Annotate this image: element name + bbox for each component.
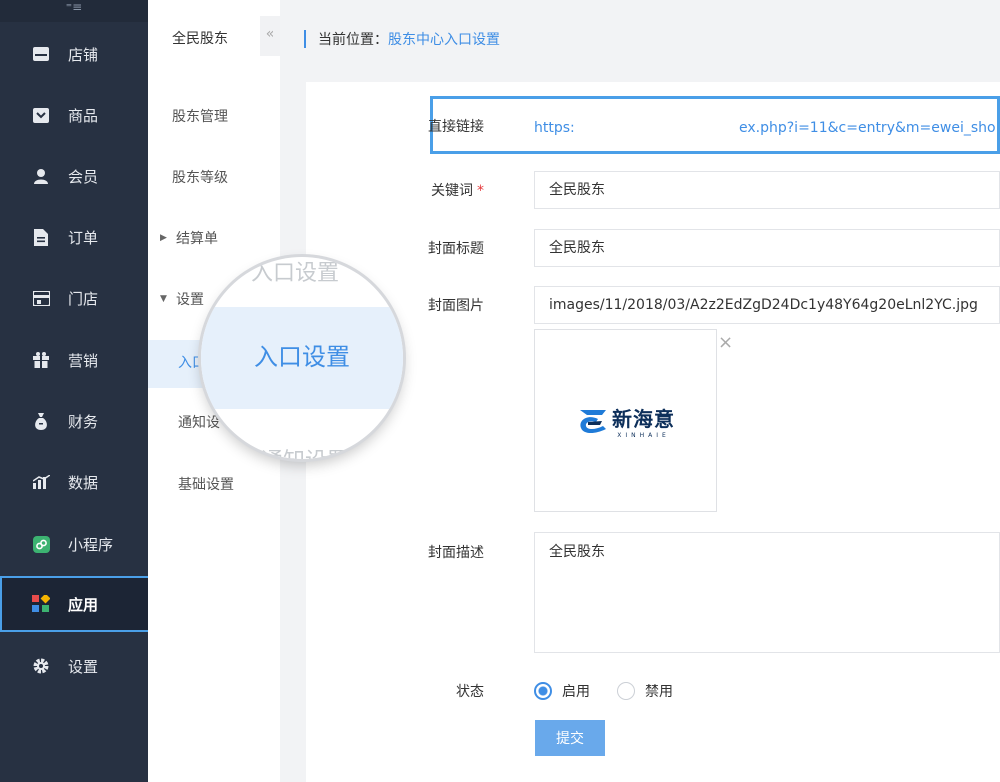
magnifier-text: 入口设置 [254,343,350,371]
nav-item-member[interactable]: 会员 [0,156,148,196]
nav-item-marketing[interactable]: 营销 [0,340,148,380]
sub-nav-item-shareholder-level[interactable]: 股东等级 [172,167,228,187]
direct-link-label: 直接链接 [428,119,484,135]
logo-mark-icon [580,409,606,433]
nav-item-label: 订单 [68,228,99,247]
cover-desc-textarea[interactable]: 全民股东 [534,532,1000,653]
caret-down-icon: ▼ [160,294,167,304]
nav-item-label: 数据 [68,473,99,492]
nav-item-finance[interactable]: 财务 [0,401,148,441]
nav-item-store[interactable]: 店铺 [0,34,148,74]
cover-title-input[interactable]: 全民股东 [534,229,1000,267]
nav-item-apps[interactable]: 应用 [0,576,154,632]
sub-nav-title: 全民股东 [172,31,228,47]
nav-item-label: 会员 [68,167,99,186]
submit-button[interactable]: 提交 [535,720,605,756]
order-icon [32,228,50,246]
cover-title-label: 封面标题 [428,241,484,257]
sub-nav-collapse-button[interactable]: « [260,16,280,56]
nav-item-label: 财务 [68,412,99,431]
status-disabled-label: 禁用 [645,684,673,700]
sidebar-collapse-toggle[interactable]: ⁼≡ [0,0,148,22]
shop-icon [32,289,50,307]
nav-item-data[interactable]: 数据 [0,462,148,502]
sub-nav-group-label: 设置 [176,292,204,308]
gift-icon [32,351,50,369]
nav-item-miniprogram[interactable]: 小程序 [0,524,148,564]
main-sidebar: ⁼≡ 店铺 商品 会员 订单 门店 营销 财务 数据 小程序 应用 设置 [0,0,154,782]
magnifier-callout: 入口设置 入口设置 通知设置 [201,257,403,459]
direct-link-start: https: [534,120,575,136]
breadcrumb: 当前位置： 股东中心入口设置 [304,30,500,48]
status-radio-disabled[interactable]: 禁用 [617,681,673,701]
sub-nav-group-settings[interactable]: ▼ 设置 [160,289,204,309]
caret-right-icon: ▶ [160,233,167,243]
nav-item-label: 门店 [68,289,99,308]
radio-checked-icon [534,682,552,700]
status-radio-enabled[interactable]: 启用 [534,681,590,701]
magnifier-ghost-text-bottom: 通知设置 [261,443,349,459]
breadcrumb-current[interactable]: 股东中心入口设置 [388,29,500,49]
nav-item-label: 小程序 [68,535,114,554]
status-enabled-label: 启用 [562,684,590,700]
sub-nav-item-shareholder-manage[interactable]: 股东管理 [172,106,228,126]
status-label: 状态 [456,684,484,700]
logo-subtext: XINHAIE [617,431,670,439]
nav-item-label: 应用 [68,595,99,614]
sub-nav-group-label: 结算单 [176,231,218,247]
keyword-label-text: 关键词 [431,183,473,199]
chart-icon [32,473,50,491]
remove-image-icon[interactable]: × [718,334,733,352]
magnifier-ghost-text-top: 入口设置 [251,261,340,286]
cover-desc-label: 封面描述 [428,545,484,561]
keyword-input[interactable]: 全民股东 [534,171,1000,209]
cover-image-label: 封面图片 [428,298,484,314]
nav-item-settings[interactable]: 设置 [0,646,148,686]
breadcrumb-prefix: 当前位置： [318,32,388,48]
nav-item-label: 店铺 [68,45,99,64]
nav-item-shop[interactable]: 门店 [0,278,148,318]
cover-image-input[interactable]: images/11/2018/03/A2z2EdZgD24Dc1y48Y64g2… [534,286,1000,324]
radio-unchecked-icon [617,682,635,700]
sub-nav-item-basic-settings[interactable]: 基础设置 [178,474,234,494]
logo-text-block: 新海意 XINHAIE [612,403,675,439]
required-mark: * [477,183,484,199]
keyword-label: 关键词 * [431,180,484,200]
store-icon [32,45,50,63]
money-bag-icon [32,412,50,430]
direct-link-value[interactable]: https: ex.php?i=11&c=entry&m=ewei_sho [534,109,1000,147]
member-icon [32,167,50,185]
goods-icon [32,106,50,124]
nav-item-order[interactable]: 订单 [0,217,148,257]
cover-image-preview[interactable]: 新海意 XINHAIE [534,329,717,512]
sub-nav-item-notify-settings[interactable]: 通知设 [178,412,220,432]
direct-link-end: ex.php?i=11&c=entry&m=ewei_sho [739,120,996,136]
logo-text: 新海意 [612,406,675,431]
nav-item-label: 商品 [68,106,99,125]
miniprogram-icon [32,535,50,553]
nav-item-label: 营销 [68,351,99,370]
form-panel: 直接链接 https: ex.php?i=11&c=entry&m=ewei_s… [306,82,1000,782]
sub-nav-group-settlement[interactable]: ▶ 结算单 [160,228,218,248]
xinhaie-logo: 新海意 XINHAIE [576,403,675,439]
apps-icon [32,595,50,613]
gear-icon [32,657,50,675]
nav-item-goods[interactable]: 商品 [0,95,148,135]
nav-item-label: 设置 [68,657,99,676]
